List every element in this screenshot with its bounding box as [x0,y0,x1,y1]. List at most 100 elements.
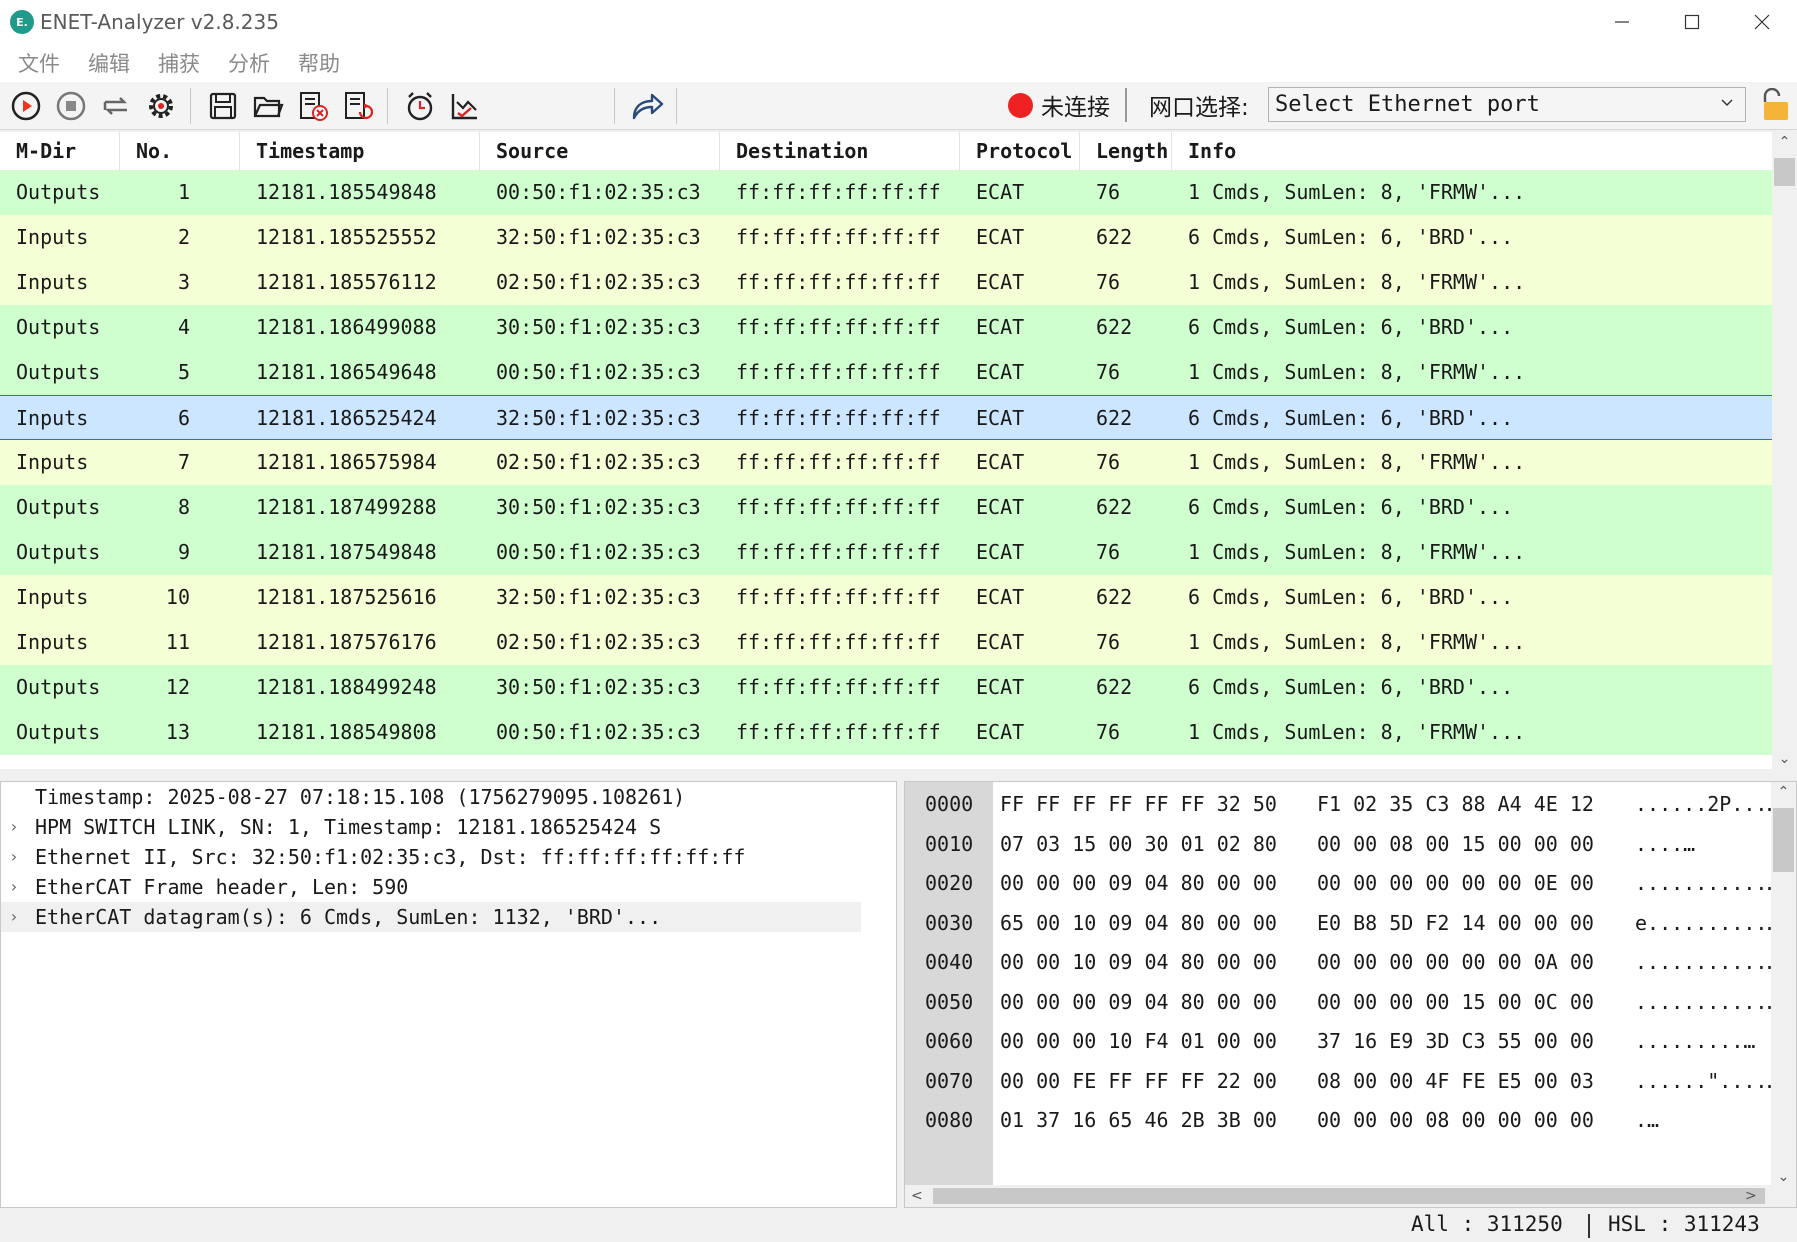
table-cell-dst: ff:ff:ff:ff:ff:ff [736,406,941,430]
tree-item[interactable]: Timestamp: 2025-08-27 07:18:15.108 (1756… [1,782,896,812]
table-cell-dst: ff:ff:ff:ff:ff:ff [736,315,941,339]
scroll-up-icon[interactable]: ⌃ [1772,134,1797,150]
column-header-source[interactable]: Source [480,132,720,170]
column-header-no[interactable]: No. [120,132,240,170]
unlock-button[interactable] [1758,87,1790,126]
hex-asc[interactable]: ......"....… [1635,1059,1780,1104]
hex-b1[interactable]: 00 00 00 09 04 80 00 00 [1000,980,1277,1025]
table-row[interactable]: Inputs 7 12181.186575984 02:50:f1:02:35:c3 f… [0,440,1772,485]
hex-asc[interactable]: ......2P...… [1635,782,1780,827]
save-button[interactable] [204,87,242,125]
scroll-up-icon[interactable]: ⌃ [1771,784,1796,800]
hex-view-hscrollbar[interactable]: < > [905,1185,1796,1207]
hex-b1[interactable]: 00 00 10 09 04 80 00 00 [1000,940,1277,985]
start-capture-button[interactable] [7,87,45,125]
timer-button[interactable] [401,87,439,125]
column-header-info[interactable]: Info [1172,132,1772,170]
hex-asc[interactable]: .........… [1635,1019,1755,1064]
table-row[interactable]: Outputs 1 12181.185549848 00:50:f1:02:35:c3… [0,170,1772,215]
scrollbar-thumb[interactable] [1773,808,1794,872]
hex-b2[interactable]: 37 16 E9 3D C3 55 00 00 [1317,1019,1594,1064]
export-button[interactable] [628,87,666,125]
hex-b2[interactable]: 00 00 00 00 15 00 0C 00 [1317,980,1594,1025]
pane-splitter[interactable] [0,769,1797,781]
hex-b1[interactable]: FF FF FF FF FF FF 32 50 [1000,782,1277,827]
chevron-right-icon[interactable]: › [9,812,19,842]
hex-b2[interactable]: 00 00 00 08 00 00 00 00 [1317,1098,1594,1143]
scroll-left-icon[interactable]: < [911,1185,923,1207]
tree-item[interactable]: › EtherCAT Frame header, Len: 590 [1,872,896,902]
close-window-button[interactable] [1727,0,1797,44]
clear-file-button[interactable] [294,87,332,125]
minimize-button[interactable] [1587,0,1657,44]
hex-b2[interactable]: F1 02 35 C3 88 A4 4E 12 [1317,782,1594,827]
hex-b2[interactable]: 00 00 00 00 00 00 0E 00 [1317,861,1594,906]
maximize-button[interactable] [1657,0,1727,44]
table-row[interactable]: Outputs 12 12181.188499248 30:50:f1:02:35:c… [0,665,1772,710]
reload-file-button[interactable] [339,87,377,125]
column-header-protocol[interactable]: Protocol [960,132,1080,170]
table-cell-src: 02:50:f1:02:35:c3 [496,630,701,654]
table-row[interactable]: Inputs 11 12181.187576176 02:50:f1:02:35:c3… [0,620,1772,665]
menu-edit[interactable]: 编辑 [78,48,148,78]
hex-b1[interactable]: 00 00 FE FF FF FF 22 00 [1000,1059,1277,1104]
chevron-right-icon[interactable]: › [9,872,19,902]
column-header-timestamp[interactable]: Timestamp [240,132,480,170]
toolbar-separator [676,87,677,124]
scroll-down-icon[interactable]: ⌄ [1771,1169,1796,1185]
column-header-destination[interactable]: Destination [720,132,960,170]
column-header-length[interactable]: Length [1080,132,1172,170]
table-row[interactable]: Outputs 9 12181.187549848 00:50:f1:02:35:c3… [0,530,1772,575]
table-row[interactable]: Outputs 5 12181.186549648 00:50:f1:02:35:c3… [0,350,1772,395]
packet-list-scrollbar[interactable]: ⌃ ⌄ [1772,132,1797,769]
scroll-right-icon[interactable]: > [1745,1185,1757,1207]
hex-b1[interactable]: 01 37 16 65 46 2B 3B 00 [1000,1098,1277,1143]
open-file-button[interactable] [249,87,287,125]
tree-item[interactable]: › Ethernet II, Src: 32:50:f1:02:35:c3, Ds… [1,842,896,872]
scroll-down-icon[interactable]: ⌄ [1772,751,1797,767]
hex-asc[interactable]: ...........… [1635,980,1780,1025]
menu-capture[interactable]: 捕获 [148,48,218,78]
table-cell-info: 1 Cmds, SumLen: 8, 'FRMW'... [1188,630,1526,654]
column-header-mdir[interactable]: M-Dir [0,132,120,170]
tree-item[interactable]: › HPM SWITCH LINK, SN: 1, Timestamp: 1218… [1,812,896,842]
hex-asc[interactable]: ...........… [1635,861,1780,906]
chevron-right-icon[interactable]: › [9,842,19,872]
table-cell-len: 76 [1096,270,1121,294]
hex-asc[interactable]: .… [1635,1098,1659,1143]
hex-asc[interactable]: ...........… [1635,940,1780,985]
table-row[interactable]: Outputs 8 12181.187499288 30:50:f1:02:35:c3… [0,485,1772,530]
hex-b1[interactable]: 00 00 00 09 04 80 00 00 [1000,861,1277,906]
hex-b2[interactable]: 00 00 08 00 15 00 00 00 [1317,822,1594,867]
table-row[interactable]: Inputs 3 12181.185576112 02:50:f1:02:35:c3 f… [0,260,1772,305]
chevron-right-icon[interactable]: › [9,902,19,932]
menu-analyze[interactable]: 分析 [218,48,288,78]
table-cell-proto: ECAT [976,360,1025,384]
hex-b1[interactable]: 07 03 15 00 30 01 02 80 [1000,822,1277,867]
hex-b2[interactable]: 00 00 00 00 00 00 0A 00 [1317,940,1594,985]
ethernet-port-select[interactable]: Select Ethernet port [1268,87,1746,122]
table-row[interactable]: Inputs 6 12181.186525424 32:50:f1:02:35:c3 f… [0,395,1772,440]
stop-capture-button[interactable] [52,87,90,125]
table-row[interactable]: Outputs 4 12181.186499088 30:50:f1:02:35:c3… [0,305,1772,350]
table-row[interactable]: Inputs 10 12181.187525616 32:50:f1:02:35:c3… [0,575,1772,620]
scrollbar-thumb[interactable] [1774,158,1795,186]
statistics-button[interactable] [446,87,484,125]
table-row[interactable]: Outputs 13 12181.188549808 00:50:f1:02:35:c… [0,710,1772,755]
table-cell-no: 8 [177,495,190,519]
tree-item[interactable]: › EtherCAT datagram(s): 6 Cmds, SumLen: 1… [1,902,861,932]
hex-row: 0000 FF FF FF FF FF FF 32 50 F1 02 35 C3 8… [905,782,1780,827]
settings-button[interactable] [142,87,180,125]
hex-view-scrollbar[interactable]: ⌃ ⌄ [1771,782,1796,1187]
restart-capture-button[interactable] [97,87,135,125]
hex-asc[interactable]: e..........… [1635,901,1780,946]
menu-file[interactable]: 文件 [8,48,78,78]
menu-help[interactable]: 帮助 [288,48,358,78]
table-row[interactable]: Inputs 2 12181.185525552 32:50:f1:02:35:c3 f… [0,215,1772,260]
hex-b2[interactable]: E0 B8 5D F2 14 00 00 00 [1317,901,1594,946]
hex-b1[interactable]: 00 00 00 10 F4 01 00 00 [1000,1019,1277,1064]
hex-asc[interactable]: ....… [1635,822,1695,867]
hex-b1[interactable]: 65 00 10 09 04 80 00 00 [1000,901,1277,946]
hex-b2[interactable]: 08 00 00 4F FE E5 00 03 [1317,1059,1594,1104]
scrollbar-thumb[interactable] [933,1188,1765,1204]
